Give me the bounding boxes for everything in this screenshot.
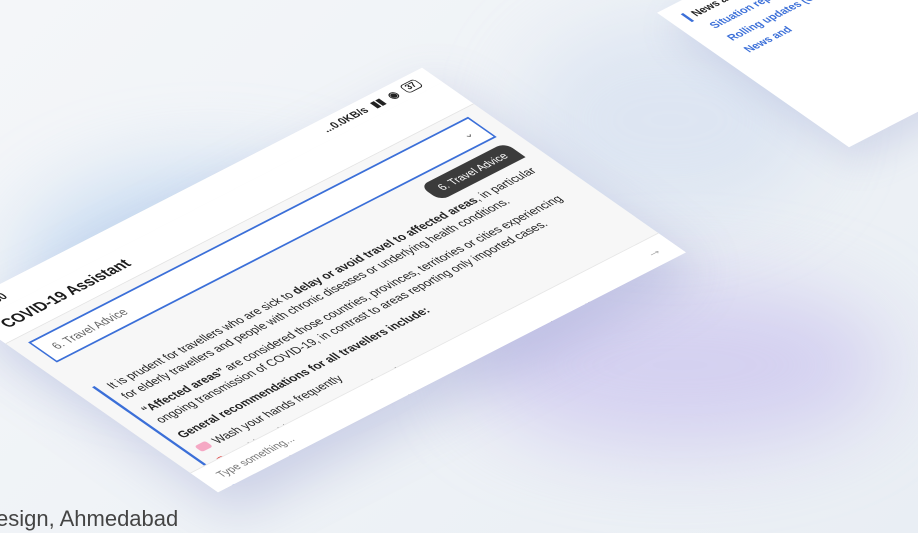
wifi-icon: ◉ [383, 89, 403, 102]
hand-wash-icon [194, 440, 214, 452]
battery-icon: 37 [398, 78, 424, 94]
signal-icon: ▮▮ [366, 96, 389, 110]
chevron-down-icon: ⌄ [457, 128, 478, 141]
distance-icon [257, 486, 267, 492]
news-link[interactable]: News and [741, 0, 918, 55]
send-arrow-icon[interactable]: → [640, 244, 667, 260]
caption-text: esign, Ahmedabad [0, 506, 179, 531]
